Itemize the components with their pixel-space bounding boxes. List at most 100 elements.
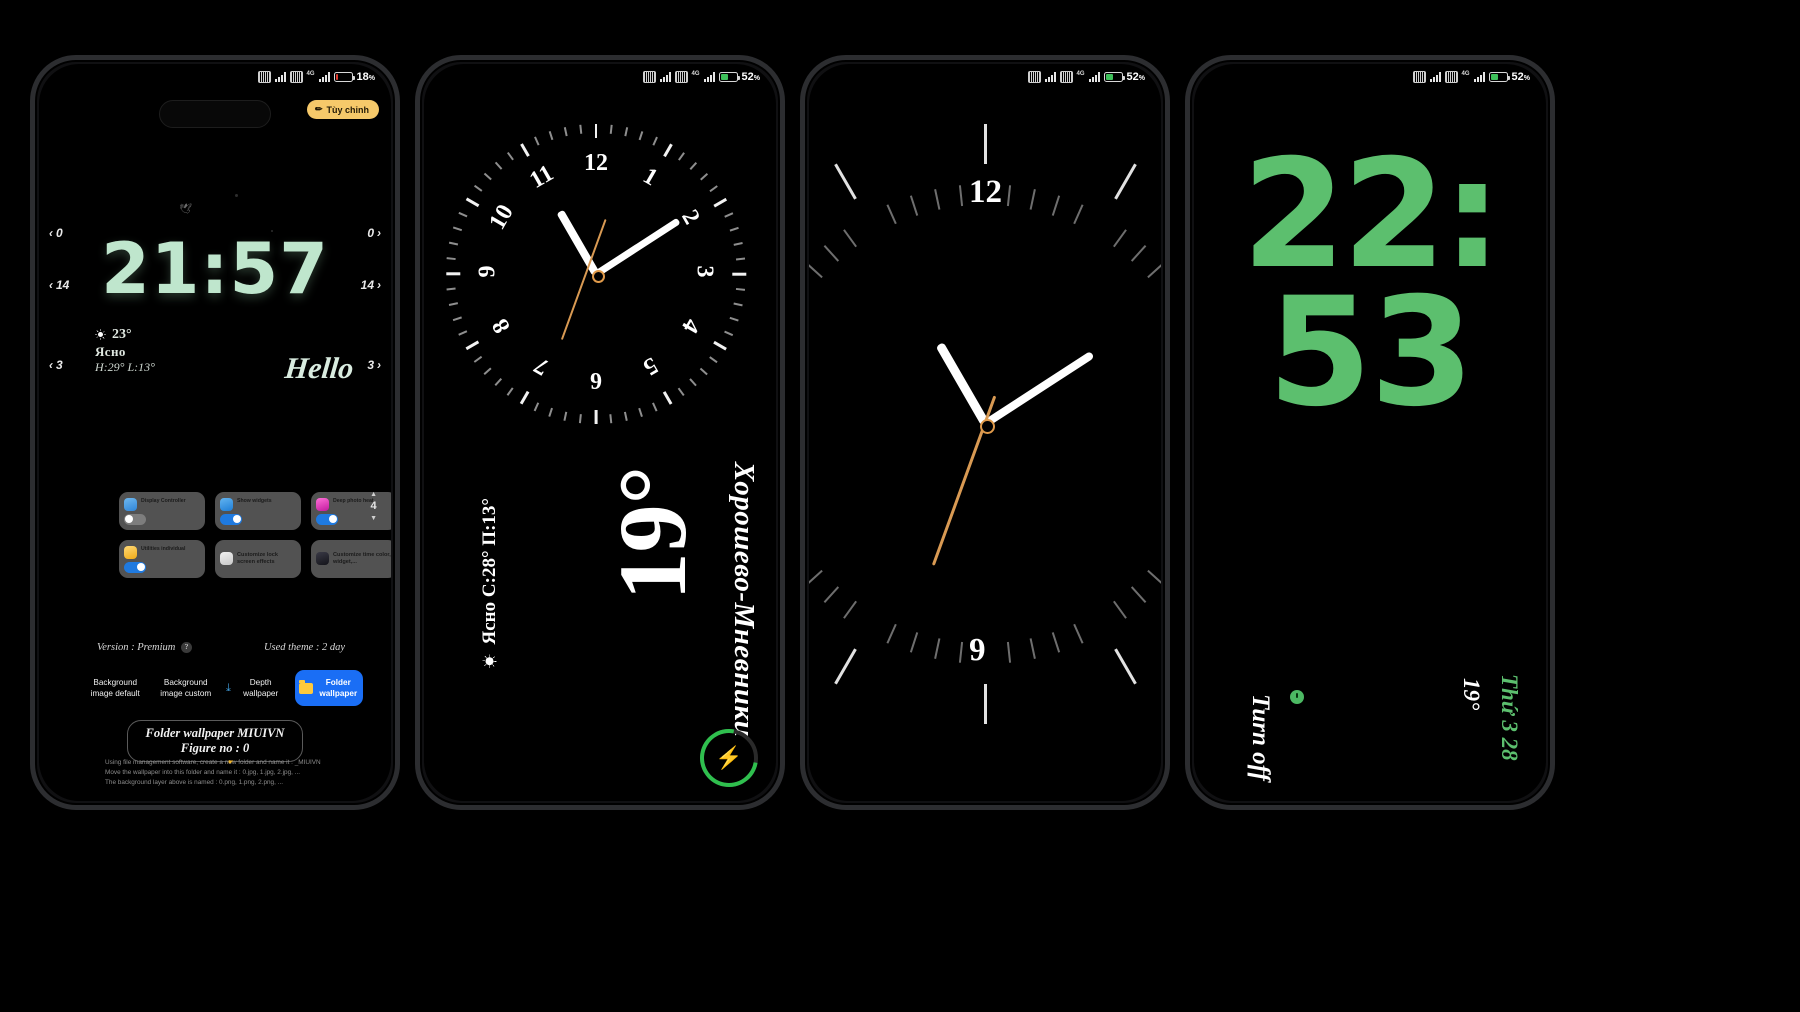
toggle-2[interactable] bbox=[316, 513, 338, 525]
clock-tick bbox=[732, 272, 746, 276]
phone-2-screen: 4G 52% 1 2 3 4 5 6 7 8 9 10 11 12 Ясно C:28° П:13° … bbox=[424, 64, 776, 801]
clock-tick bbox=[1147, 262, 1161, 279]
clock-tick bbox=[909, 195, 919, 216]
phone-4-digital-clock: 4G 52% 22: 53 Turn off 19° Thứ 3 28 bbox=[1185, 55, 1555, 810]
settings-card-4[interactable]: Customize lock screen effects bbox=[215, 540, 301, 578]
signal2-icon bbox=[318, 72, 330, 82]
clock-hours: 22: bbox=[1241, 128, 1503, 302]
toggle-0[interactable] bbox=[124, 513, 146, 525]
clock-tick bbox=[662, 143, 673, 157]
battery-icon bbox=[718, 72, 740, 82]
clock-numeral-12: 12 bbox=[969, 174, 1002, 210]
alarm-clock-icon bbox=[1290, 690, 1304, 704]
customize-button-label: Tùy chỉnh bbox=[326, 104, 370, 115]
clock-tick bbox=[958, 185, 964, 207]
clock-numeral-1: 1 bbox=[638, 163, 662, 192]
folder-icon bbox=[298, 679, 313, 694]
signal2-icon bbox=[703, 72, 715, 82]
settings-card-label-2: Deep photo heat bbox=[333, 497, 374, 504]
signal2-icon bbox=[1473, 72, 1485, 82]
clock-tick bbox=[609, 124, 613, 134]
stepper-up-icon[interactable]: ▲ bbox=[370, 490, 377, 499]
phone-1-screen: 4G 18% ✏ Tùy chỉnh 🕊 ‹ 0 0 › ‹ 14 14 › ‹… bbox=[39, 64, 391, 801]
weather-widget-1[interactable]: 23° Ясно H:29° L:13° bbox=[95, 326, 155, 375]
settings-card-0[interactable]: Display Controller bbox=[119, 492, 205, 530]
signal-icon bbox=[274, 72, 286, 82]
settings-card-2[interactable]: Deep photo heat bbox=[311, 492, 391, 530]
turn-off-label[interactable]: Turn off bbox=[1246, 694, 1274, 781]
background-image-default-button[interactable]: Background image default bbox=[83, 672, 148, 704]
clock-tick bbox=[1051, 195, 1061, 216]
clock-tick bbox=[809, 262, 823, 279]
clock-numeral-4: 4 bbox=[675, 314, 705, 338]
settings-card-label-4: Customize lock screen effects bbox=[237, 552, 279, 565]
clock-tick bbox=[534, 136, 540, 146]
clock-tick bbox=[1147, 569, 1161, 586]
charging-indicator: ⚡ bbox=[688, 717, 770, 799]
help-icon[interactable]: ? bbox=[180, 642, 192, 653]
status-bar-3: 4G 52% bbox=[1027, 71, 1145, 83]
folder-wallpaper-button[interactable]: Folder wallpaper bbox=[294, 670, 363, 707]
battery-icon bbox=[1103, 72, 1125, 82]
sim2-icon bbox=[1059, 71, 1073, 83]
toggle-3[interactable] bbox=[124, 561, 146, 573]
settings-card-5[interactable]: Customize time color, widget,... bbox=[311, 540, 391, 578]
clock-tick bbox=[1029, 638, 1036, 659]
clock-tick bbox=[736, 287, 746, 291]
clock-tick bbox=[609, 414, 613, 424]
clock-numeral-8: 8 bbox=[487, 314, 517, 338]
battery-percent-2: 52% bbox=[741, 71, 760, 83]
phone-4-screen: 4G 52% 22: 53 Turn off 19° Thứ 3 28 bbox=[1194, 64, 1546, 801]
battery-percent-3: 52% bbox=[1126, 71, 1145, 83]
clock-numeral-6: 6 bbox=[969, 631, 986, 667]
clock-tick bbox=[934, 638, 941, 659]
clock-tick bbox=[652, 402, 658, 412]
date-label-4: Thứ 3 28 bbox=[1497, 674, 1522, 761]
note-line-2: Move the wallpaper into this folder and … bbox=[105, 768, 301, 776]
toggle-1[interactable] bbox=[220, 513, 242, 525]
clock-tick bbox=[483, 367, 492, 375]
clock-tick bbox=[449, 302, 459, 306]
network-type-label: 4G bbox=[306, 71, 315, 77]
clock-tick bbox=[729, 316, 739, 322]
clock-tick bbox=[1113, 600, 1127, 619]
battery-percent-1: 18% bbox=[356, 71, 375, 83]
clock-tick bbox=[736, 257, 746, 261]
clock-tick bbox=[1006, 641, 1012, 663]
utilities-icon bbox=[124, 545, 137, 559]
clock-tick bbox=[823, 586, 840, 604]
side-number-right-3[interactable]: 3 › bbox=[367, 358, 381, 372]
background-image-custom-button[interactable]: Background image custom bbox=[154, 672, 219, 704]
weather-widget-2: Ясно C:28° П:13° bbox=[476, 498, 505, 678]
clock-tick bbox=[983, 684, 987, 724]
weather-highlow-2: C:28° П:13° bbox=[479, 498, 500, 598]
clock-tick bbox=[458, 212, 468, 218]
weather-highlow: H:29° L:13° bbox=[95, 359, 155, 374]
depth-wallpaper-button[interactable]: ⤓ Depth wallpaper bbox=[224, 672, 289, 704]
folder-wallpaper-label: Folder wallpaper bbox=[319, 678, 358, 699]
page-stepper[interactable]: ▲ 4 ▼ bbox=[370, 490, 377, 524]
sim2-icon bbox=[1444, 71, 1458, 83]
clock-tick bbox=[1029, 189, 1036, 210]
clock-tick bbox=[1130, 244, 1147, 262]
settings-card-1[interactable]: Show widgets bbox=[215, 492, 301, 530]
clock-tick bbox=[465, 340, 479, 351]
clock-tick bbox=[1113, 229, 1127, 248]
side-number-left-3[interactable]: ‹ 3 bbox=[49, 358, 63, 372]
customize-button[interactable]: ✏ Tùy chỉnh bbox=[306, 100, 379, 119]
version-row: Version : Premium ? Used theme : 2 day bbox=[97, 642, 345, 653]
figure-number-field[interactable]: Folder wallpaper MIUIVN Figure no : 0 bbox=[127, 720, 303, 762]
analog-clock-dial: 1 2 3 4 5 6 7 8 9 10 11 12 bbox=[446, 124, 746, 424]
stepper-down-icon[interactable]: ▼ bbox=[370, 514, 377, 523]
temperature-4: 19° bbox=[1459, 678, 1484, 711]
clock-tick bbox=[833, 648, 857, 685]
note-line-1: Using file management software, create a… bbox=[105, 759, 321, 766]
clock-tick bbox=[564, 127, 568, 137]
clock-tick bbox=[564, 411, 568, 421]
settings-card-3[interactable]: Utilities individual bbox=[119, 540, 205, 578]
clock-tick bbox=[1113, 163, 1137, 200]
minimal-clock-dial: 12369 bbox=[809, 94, 1161, 754]
battery-percent-4: 52% bbox=[1511, 71, 1530, 83]
clock-numeral-7: 7 bbox=[530, 351, 554, 380]
clock-tick bbox=[678, 152, 685, 161]
